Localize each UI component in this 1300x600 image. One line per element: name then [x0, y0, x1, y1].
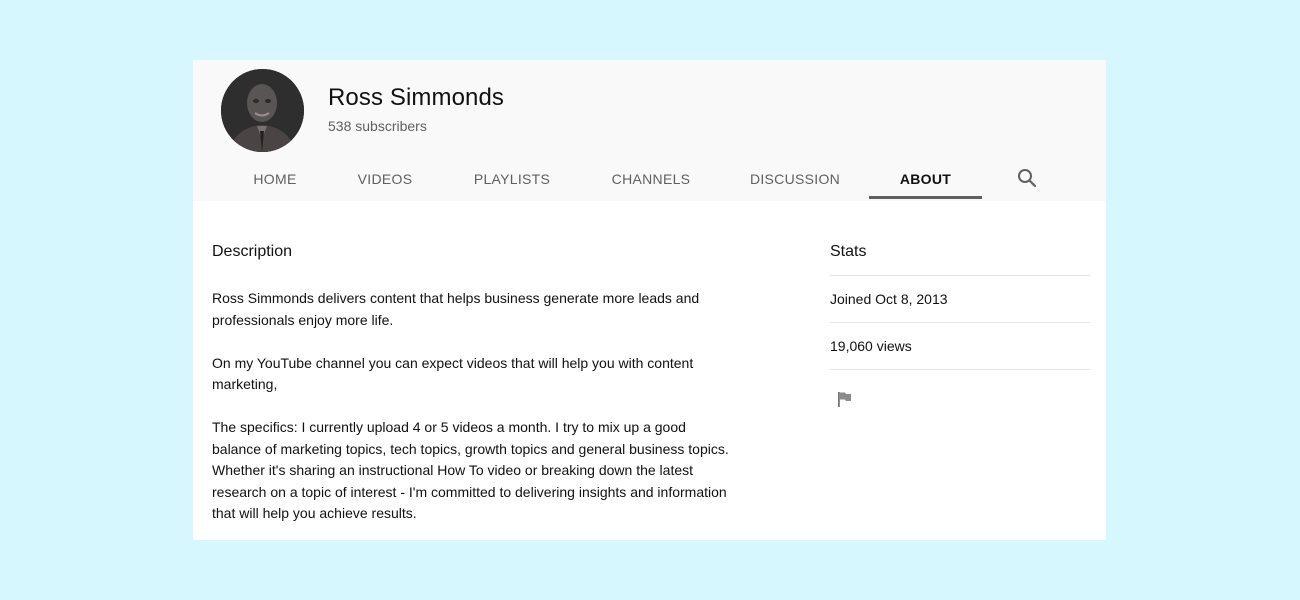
description-title: Description: [212, 243, 293, 260]
channel-card: Ross Simmonds 538 subscribers HOME VIDEO…: [193, 60, 1106, 540]
avatar-photo: [221, 69, 304, 152]
stats-title: Stats: [830, 243, 867, 260]
report-row: [830, 369, 1090, 427]
tab-channels[interactable]: CHANNELS: [606, 156, 696, 201]
channel-tabs: HOME VIDEOS PLAYLISTS CHANNELS DISCUSSIO…: [193, 156, 1106, 201]
tab-about[interactable]: ABOUT: [869, 156, 982, 201]
tab-discussion[interactable]: DISCUSSION: [746, 156, 844, 201]
tab-videos[interactable]: VIDEOS: [353, 156, 417, 201]
description-paragraph: The specifics: I currently upload 4 or 5…: [212, 419, 729, 521]
tab-home[interactable]: HOME: [243, 156, 307, 201]
channel-avatar[interactable]: [221, 69, 304, 152]
view-count: 19,060 views: [830, 322, 1090, 369]
description-paragraph: Ross Simmonds delivers content that help…: [212, 290, 700, 328]
flag-icon: [838, 391, 851, 407]
report-button[interactable]: [835, 389, 855, 409]
description-paragraph: On my YouTube channel you can expect vid…: [212, 354, 694, 393]
tab-playlists[interactable]: PLAYLISTS: [469, 156, 555, 201]
search-icon: [1018, 169, 1037, 188]
channel-header: Ross Simmonds 538 subscribers HOME VIDEO…: [193, 60, 1106, 201]
channel-name: Ross Simmonds: [328, 84, 505, 111]
joined-date: Joined Oct 8, 2013: [830, 275, 1090, 322]
search-button[interactable]: [1015, 166, 1039, 190]
subscriber-count: 538 subscribers: [328, 118, 427, 134]
stats-panel: Stats Joined Oct 8, 2013 19,060 views: [830, 243, 1090, 427]
description-body: Ross Simmonds delivers content that help…: [212, 288, 732, 546]
